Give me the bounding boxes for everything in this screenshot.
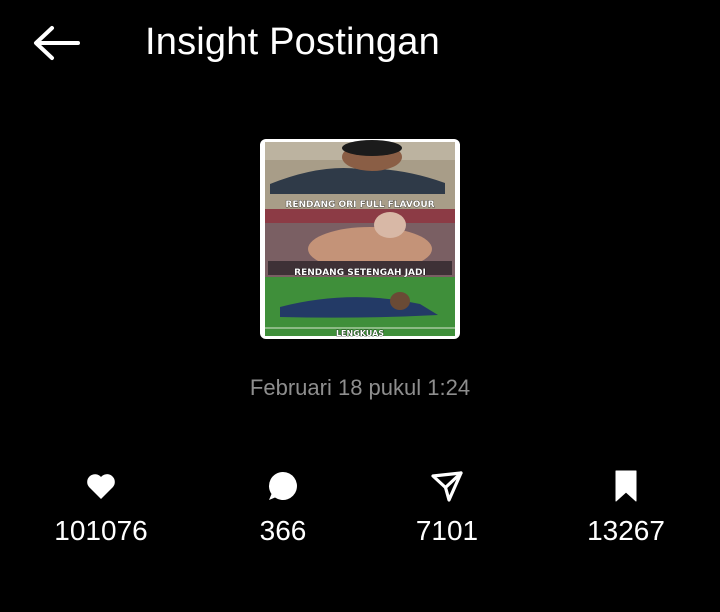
likes-stat[interactable]: 101076 [21, 468, 181, 548]
post-timestamp: Februari 18 pukul 1:24 [249, 375, 471, 400]
meme-caption-top: RENDANG ORI FULL FLAVOUR [285, 200, 434, 210]
send-icon [431, 471, 463, 502]
comments-stat[interactable]: 366 [203, 468, 363, 548]
post-stats: 101076 366 7101 13267 [0, 468, 720, 558]
page-title: Insight Postingan [145, 21, 440, 63]
post-thumbnail[interactable]: RENDANG ORI FULL FLAVOUR RENDANG SETENGA… [260, 139, 460, 339]
comments-count: 366 [259, 515, 307, 546]
top-bar: Insight Postingan [0, 0, 720, 86]
bookmark-icon [615, 470, 637, 502]
meme-caption-middle: RENDANG SETENGAH JADI [294, 268, 426, 278]
heart-icon [87, 474, 115, 499]
shares-stat[interactable]: 7101 [367, 468, 527, 548]
back-button[interactable] [30, 22, 82, 64]
likes-count: 101076 [54, 515, 148, 546]
arrow-left-icon [34, 26, 80, 60]
saves-stat[interactable]: 13267 [546, 468, 706, 548]
shares-count: 7101 [415, 515, 479, 546]
saves-count: 13267 [587, 515, 665, 546]
meme-caption-bottom: LENGKUAS [336, 329, 384, 338]
comment-bubble-icon [268, 472, 297, 500]
